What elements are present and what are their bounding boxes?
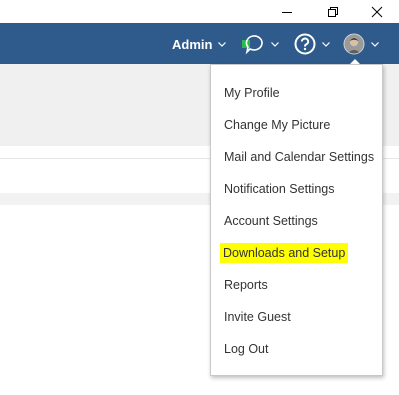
skype-status-button[interactable] (241, 32, 279, 56)
minimize-icon (282, 11, 292, 13)
menu-item-mail-and-calendar-settings[interactable]: Mail and Calendar Settings (223, 147, 375, 167)
skype-status-icon (242, 35, 263, 55)
close-button[interactable] (354, 0, 399, 23)
user-avatar-button[interactable] (343, 32, 379, 56)
chevron-down-icon (371, 41, 379, 47)
close-icon (371, 6, 383, 17)
chevron-down-icon (322, 41, 330, 47)
app-header: Admin (0, 23, 399, 64)
menu-item-account-settings[interactable]: Account Settings (223, 211, 319, 231)
user-dropdown-menu: My Profile Change My Picture Mail and Ca… (210, 64, 383, 376)
admin-label: Admin (172, 36, 213, 52)
help-icon (294, 33, 316, 55)
menu-item-downloads-and-setup[interactable]: Downloads and Setup (220, 243, 349, 263)
chevron-down-icon (218, 41, 227, 47)
window-titlebar (0, 0, 399, 23)
admin-menu-button[interactable]: Admin (172, 35, 227, 53)
help-button[interactable] (294, 32, 330, 56)
avatar (343, 33, 365, 55)
menu-item-reports[interactable]: Reports (223, 275, 269, 295)
minimize-button[interactable] (264, 0, 310, 23)
restore-icon (328, 6, 338, 17)
menu-item-invite-guest[interactable]: Invite Guest (223, 307, 292, 327)
menu-item-change-my-picture[interactable]: Change My Picture (223, 115, 331, 135)
menu-item-my-profile[interactable]: My Profile (223, 83, 281, 103)
restore-button[interactable] (310, 0, 356, 23)
chevron-down-icon (271, 41, 279, 47)
menu-item-notification-settings[interactable]: Notification Settings (223, 179, 335, 199)
menu-item-log-out[interactable]: Log Out (223, 339, 269, 359)
